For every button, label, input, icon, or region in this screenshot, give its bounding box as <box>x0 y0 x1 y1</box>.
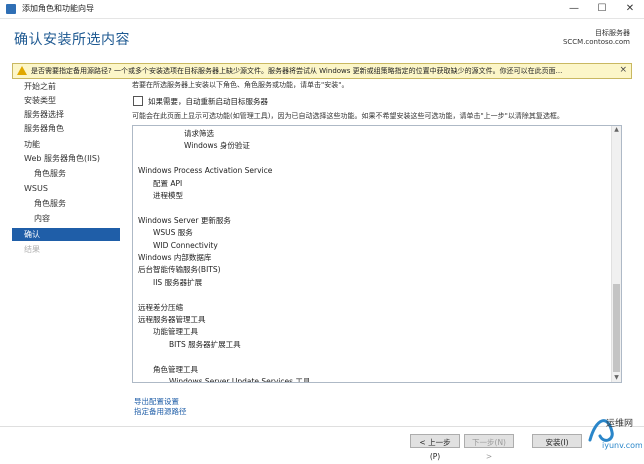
sidebar-item-iis-role-services[interactable]: 角色服务 <box>12 167 120 180</box>
sidebar-item-content[interactable]: 内容 <box>12 212 120 225</box>
optional-features-note: 可能会在此页面上显示可选功能(如管理工具)，因为已自动选择这些功能。如果不希望安… <box>132 112 564 120</box>
target-server-value: SCCM.contoso.com <box>562 38 630 46</box>
sidebar-item-features[interactable]: 功能 <box>12 138 120 151</box>
sidebar-item-server-selection[interactable]: 服务器选择 <box>12 108 120 121</box>
list-item: 请求筛选 <box>184 129 214 138</box>
selected-features-list[interactable]: 请求筛选 Windows 身份验证 Windows Process Activati… <box>132 125 622 383</box>
site-watermark: 运维网 iyunv.com <box>588 417 642 450</box>
watermark-text-cn: 运维网 <box>606 417 633 429</box>
sidebar-item-wsus[interactable]: WSUS <box>12 182 120 195</box>
close-icon[interactable]: ✕ <box>616 0 644 18</box>
watermark-text-en: iyunv.com <box>602 441 642 450</box>
list-item: IIS 服务器扩展 <box>153 277 203 287</box>
list-item: 远程服务器管理工具 <box>138 315 206 324</box>
sidebar-item-server-roles[interactable]: 服务器角色 <box>12 122 120 135</box>
footer-divider <box>0 426 644 427</box>
wizard-sidebar: 开始之前 安装类型 服务器选择 服务器角色 功能 Web 服务器角色(IIS) … <box>12 80 120 280</box>
list-item: 配置 API <box>153 178 183 188</box>
scrollbar-thumb[interactable] <box>613 284 620 372</box>
warning-icon <box>17 66 27 75</box>
scroll-up-icon[interactable]: ▲ <box>613 126 620 134</box>
window-titlebar: 添加角色和功能向导 — ☐ ✕ <box>0 0 644 19</box>
scroll-down-icon[interactable]: ▼ <box>613 374 620 382</box>
list-item: WID Connectivity <box>153 240 218 250</box>
list-item: 功能管理工具 <box>153 327 198 337</box>
sidebar-item-confirmation[interactable]: 确认 <box>12 228 120 241</box>
list-item: 远程差分压缩 <box>138 302 183 312</box>
confirmation-content: 若要在所选服务器上安装以下角色、角色服务或功能，请单击"安装"。 如果需要，自动… <box>132 80 632 420</box>
list-item: Windows 身份验证 <box>184 141 250 151</box>
restart-checkbox-label[interactable]: 如果需要，自动重新启动目标服务器 <box>148 96 268 107</box>
list-item: 进程模型 <box>153 191 183 200</box>
specify-alternate-source-link[interactable]: 指定备用源路径 <box>134 406 187 417</box>
install-instructions: 若要在所选服务器上安装以下角色、角色服务或功能，请单击"安装"。 <box>132 81 349 89</box>
next-button: 下一步(N) > <box>464 434 514 461</box>
list-item: Windows Server Update Services 工具 <box>169 377 311 383</box>
window-title: 添加角色和功能向导 <box>22 4 94 13</box>
list-item: 后台智能传输服务(BITS) <box>138 265 221 275</box>
previous-button[interactable]: < 上一步(P) <box>410 434 460 461</box>
list-item: Windows Server 更新服务 <box>138 215 231 225</box>
sidebar-item-before-you-begin[interactable]: 开始之前 <box>12 80 120 93</box>
list-item: Windows Process Activation Service <box>138 166 273 176</box>
close-warning-icon[interactable]: × <box>619 65 627 75</box>
restart-checkbox[interactable] <box>133 96 143 106</box>
install-button[interactable]: 安装(I) <box>532 434 582 448</box>
sidebar-item-web-server-role[interactable]: Web 服务器角色(IIS) <box>12 152 120 165</box>
wizard-header: 确认安装所选内容 目标服务器 SCCM.contoso.com <box>0 19 644 61</box>
warning-text: 是否需要指定备用源路径? 一个或多个安装选项在目标服务器上缺少源文件。服务器将尝… <box>31 67 563 75</box>
list-item: WSUS 服务 <box>153 228 193 238</box>
alternate-source-warning-bar[interactable]: 是否需要指定备用源路径? 一个或多个安装选项在目标服务器上缺少源文件。服务器将尝… <box>12 63 632 79</box>
sidebar-item-results: 结果 <box>24 245 40 254</box>
list-item: BITS 服务器扩展工具 <box>169 339 241 349</box>
wizard-app-icon <box>6 4 16 14</box>
target-server-label: 目标服务器 <box>595 29 630 37</box>
sidebar-item-wsus-role-services[interactable]: 角色服务 <box>12 197 120 210</box>
page-title: 确认安装所选内容 <box>14 32 130 48</box>
list-item: Windows 内部数据库 <box>138 253 212 262</box>
list-scrollbar[interactable]: ▲ ▼ <box>611 126 621 382</box>
minimize-icon[interactable]: — <box>560 0 588 18</box>
maximize-icon[interactable]: ☐ <box>588 0 616 18</box>
sidebar-item-installation-type[interactable]: 安装类型 <box>12 94 120 107</box>
list-item: 角色管理工具 <box>153 364 198 374</box>
